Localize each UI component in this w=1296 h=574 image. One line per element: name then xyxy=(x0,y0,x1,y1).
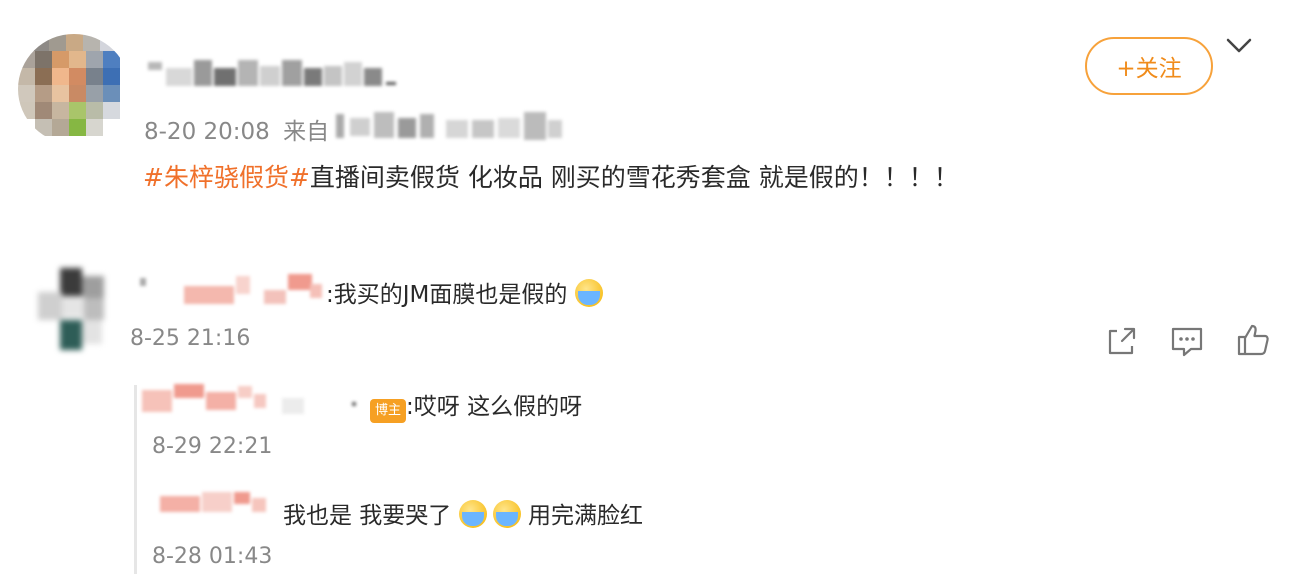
share-icon[interactable] xyxy=(1104,323,1140,359)
reply-1-text: :哎呀 这么假的呀 xyxy=(406,394,583,420)
post-text: 直播间卖假货 化妆品 刚买的雪花秀套盒 就是假的！！！！ xyxy=(309,163,959,192)
author-badge: 博主 xyxy=(370,399,407,423)
reply-2-author-name[interactable] xyxy=(160,488,280,524)
reply-2-text-a: 我也是 我要哭了 xyxy=(283,503,452,529)
avatar[interactable] xyxy=(18,34,130,144)
post-body: #朱梓骁假货#直播间卖假货 化妆品 刚买的雪花秀套盒 就是假的！！！！ xyxy=(143,158,959,194)
post-timestamp: 8-20 20:08 xyxy=(144,119,270,145)
username[interactable] xyxy=(148,50,398,92)
reply-author-name[interactable] xyxy=(142,380,356,420)
hashtag-link[interactable]: #朱梓骁假货# xyxy=(143,163,310,192)
crying-emoji-icon xyxy=(458,500,487,528)
commenter-name[interactable] xyxy=(140,270,330,312)
post-meta: 8-20 20:08 来自 xyxy=(144,112,329,146)
chevron-down-icon[interactable] xyxy=(1225,34,1253,58)
crying-emoji-icon xyxy=(492,500,521,528)
source-device xyxy=(336,108,566,142)
reply-1-timestamp: 8-29 22:21 xyxy=(152,434,273,459)
crying-emoji-icon xyxy=(574,279,603,307)
reply-1-body: 博主:哎呀 这么假的呀 xyxy=(370,387,582,423)
follow-label: +关注 xyxy=(1116,56,1182,82)
comment-timestamp: 8-25 21:16 xyxy=(130,326,251,351)
comment-avatar[interactable] xyxy=(38,262,122,356)
comment-text: :我买的JM面膜也是假的 xyxy=(326,282,568,308)
reply-thread-line xyxy=(134,385,137,574)
reply-2-body: 我也是 我要哭了 用完满脸红 xyxy=(283,496,643,530)
like-icon[interactable] xyxy=(1235,322,1271,358)
comment-body: :我买的JM面膜也是假的 xyxy=(326,275,603,309)
source-prefix: 来自 xyxy=(283,119,330,145)
follow-button[interactable]: +关注 xyxy=(1085,37,1213,95)
reply-2-text-b: 用完满脸红 xyxy=(527,503,643,529)
reply-2-timestamp: 8-28 01:43 xyxy=(152,544,273,569)
comment-icon[interactable] xyxy=(1169,323,1205,359)
